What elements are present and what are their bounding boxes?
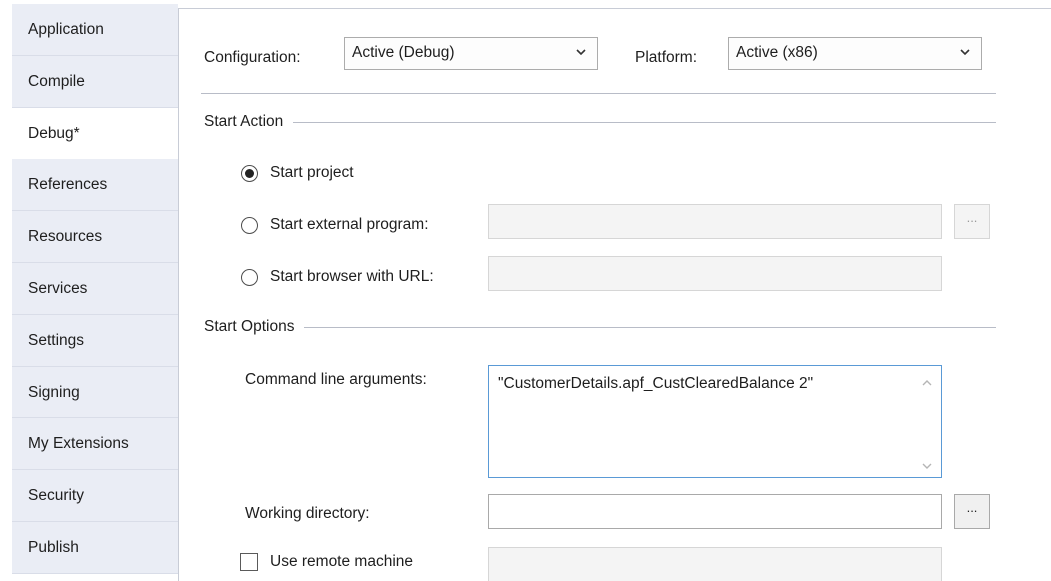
configuration-dropdown[interactable]: Active (Debug) [344,37,598,70]
start-options-title: Start Options [204,318,305,336]
platform-value: Active (x86) [736,44,818,61]
remote-machine-field[interactable] [488,547,942,581]
start-action-title: Start Action [204,113,294,131]
config-separator [201,93,996,94]
start-browser-url-radio[interactable] [241,269,258,286]
command-line-arguments-label: Command line arguments: [245,371,427,388]
sidebar-item-application[interactable]: Application [12,4,178,56]
start-browser-url-label: Start browser with URL: [270,268,434,285]
sidebar-item-compile[interactable]: Compile [12,55,178,108]
sidebar-item-settings[interactable]: Settings [12,314,178,367]
scroll-up-icon[interactable] [921,378,933,388]
start-project-radio[interactable] [241,165,258,182]
command-line-arguments-value: "CustomerDetails.apf_CustClearedBalance … [498,375,814,392]
command-line-arguments-textarea[interactable]: "CustomerDetails.apf_CustClearedBalance … [488,365,942,478]
working-directory-browse-button[interactable]: ... [954,494,990,529]
sidebar: Application Compile Debug* References Re… [0,0,179,581]
sidebar-item-signing[interactable]: Signing [12,366,178,419]
scroll-down-icon[interactable] [921,461,933,471]
debug-page: Configuration: Active (Debug) Platform: … [179,9,1051,581]
configuration-value: Active (Debug) [352,44,455,61]
sidebar-item-references[interactable]: References [12,159,178,212]
start-external-program-radio[interactable] [241,217,258,234]
sidebar-item-publish[interactable]: Publish [12,521,178,574]
browser-url-field[interactable] [488,256,942,291]
external-program-field[interactable] [488,204,942,239]
start-action-rule [204,122,996,123]
chevron-down-icon [576,49,586,56]
configuration-label: Configuration: [204,49,301,66]
use-remote-machine-label: Use remote machine [270,553,414,570]
platform-label: Platform: [635,49,698,66]
start-project-label: Start project [270,164,354,181]
external-program-browse-button[interactable]: ... [954,204,990,239]
chevron-down-icon [960,49,970,56]
working-directory-label: Working directory: [245,505,370,522]
sidebar-item-security[interactable]: Security [12,470,178,522]
sidebar-item-resources[interactable]: Resources [12,211,178,263]
sidebar-item-debug[interactable]: Debug* [0,107,179,160]
sidebar-item-services[interactable]: Services [12,262,178,315]
start-external-program-label: Start external program: [270,216,429,233]
start-options-rule [204,327,996,328]
platform-dropdown[interactable]: Active (x86) [728,37,982,70]
sidebar-list: Application Compile Debug* References Re… [0,4,179,574]
working-directory-field[interactable] [488,494,942,529]
use-remote-machine-checkbox[interactable] [240,553,258,571]
sidebar-item-my-extensions[interactable]: My Extensions [12,418,178,471]
